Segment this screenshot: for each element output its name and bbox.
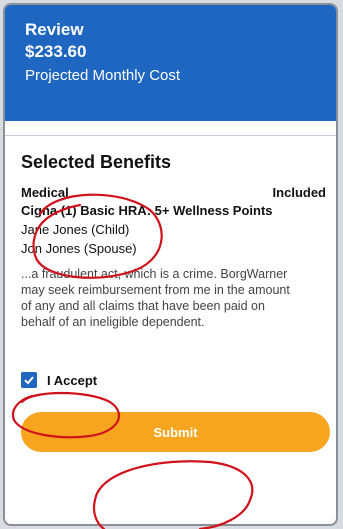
review-card: Review $233.60 Projected Monthly Cost Se… (3, 3, 338, 526)
dependent-item: Jon Jones (Spouse) (21, 241, 137, 256)
divider (5, 135, 336, 136)
disclaimer-text: ...a fraudulent act, which is a crime. B… (21, 267, 290, 329)
benefit-status: Included (272, 185, 326, 200)
submit-button[interactable]: Submit (21, 412, 330, 452)
accept-checkbox[interactable] (21, 372, 37, 388)
dependent-item: Jane Jones (Child) (21, 222, 130, 237)
plan-name: Cigna (1) Basic HRA: 5+ Wellness Points (21, 203, 273, 218)
benefit-row: Medical Included (21, 185, 336, 200)
projected-cost-label: Projected Monthly Cost (25, 67, 181, 84)
submit-wrap: Submit (21, 388, 336, 452)
accept-label: I Accept (47, 372, 98, 388)
benefit-category: Medical (21, 185, 69, 200)
projected-amount: $233.60 (25, 42, 87, 61)
section-title: Selected Benefits (21, 152, 172, 172)
benefits-section: Selected Benefits Medical Included Cigna… (5, 152, 336, 452)
checkmark-icon (24, 376, 34, 385)
accept-control[interactable]: I Accept (21, 372, 336, 388)
review-title: Review (25, 20, 84, 39)
review-header: Review $233.60 Projected Monthly Cost (5, 5, 336, 121)
